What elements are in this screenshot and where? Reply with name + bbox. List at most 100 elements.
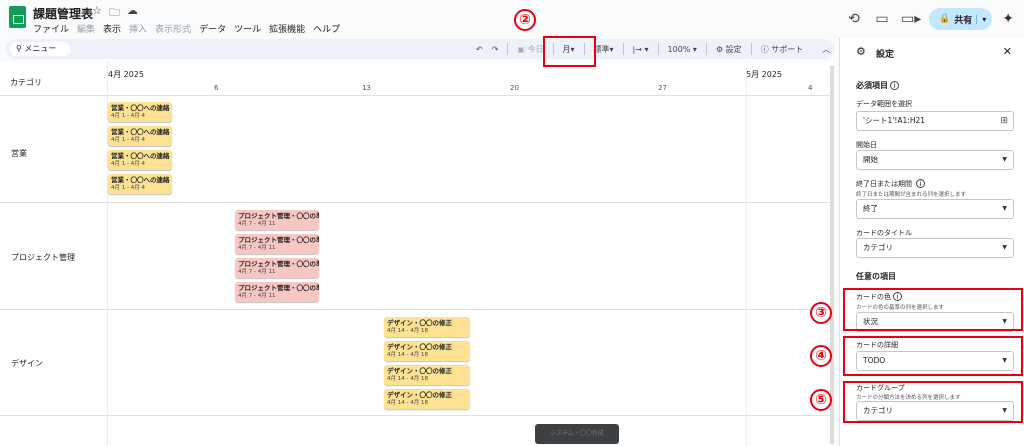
gemini-sparkle-icon[interactable]: ✦ [1002,11,1014,27]
timeline-card[interactable]: 営業・〇〇への連絡 4月 1 - 4月 4 [108,126,172,146]
day-label: 4 [808,84,813,92]
category-label-pm: プロジェクト管理 [11,253,75,262]
card-title: プロジェクト管理・〇〇の準備 [238,212,319,220]
divider [657,43,659,55]
header-actions: ⟲ ▭ ▭▸ 🔒 共有 ▾ ✦ [845,8,1014,30]
sheets-logo-icon[interactable] [9,6,26,28]
menu-insert[interactable]: 挿入 [129,22,147,35]
divider [507,43,509,55]
start-label: 開始日 [856,141,877,149]
card-dates: 4月 7 - 4月 11 [238,293,276,299]
annotation-box-3 [843,288,1023,331]
timeline-card[interactable]: プロジェクト管理・〇〇の準備4月 7 - 4月 11 [235,210,319,230]
help-icon: ⓘ [760,44,769,54]
card-dates: 4月 14 - 4月 18 [387,376,428,382]
card-title: プロジェクト管理・〇〇の準備 [238,260,319,268]
menu-data[interactable]: データ [199,22,226,35]
settings-button[interactable]: ⚙ 設定 [716,44,742,55]
settings-label: 設定 [725,44,742,54]
card-title: 営業・〇〇への連絡 [111,176,170,184]
optional-section-title: 任意の項目 [856,272,896,281]
day-label: 20 [510,84,519,92]
card-dates: 4月 1 - 4月 4 [111,113,145,119]
gear-icon: ⚙ [715,44,724,54]
card-dates: 4月 7 - 4月 11 [238,245,276,251]
annotation-number-3: ③ [810,302,832,324]
dropdown-caret-icon: ▼ [1002,156,1007,163]
zoom-dropdown[interactable]: 100% ▾ [668,45,697,54]
document-title[interactable]: 課題管理表 [33,5,93,22]
timeline-card[interactable]: プロジェクト管理・〇〇の準備4月 7 - 4月 11 [235,258,319,278]
timeline-view: カテゴリ 4月 2025 5月 2025 6 13 20 27 4 営業 プロジ… [0,62,834,446]
menu-edit[interactable]: 編集 [77,22,95,35]
required-section-title: 必須項目 i [856,80,899,91]
category-label-sales: 営業 [11,149,27,158]
divider [705,43,707,55]
dropdown-caret-icon: ▼ [1002,205,1007,212]
close-icon[interactable]: ✕ [1003,45,1012,58]
meet-icon[interactable]: ▭▸ [901,11,921,27]
card-dates: 4月 14 - 4月 18 [387,400,428,406]
end-help: 終了日または期間が含まれる列を選択します [856,192,967,198]
zoom-label: 100% [667,44,691,54]
support-button[interactable]: ⓘ サポート [761,44,804,55]
timeline-card[interactable]: デザイン・〇〇の修正 4月 14 - 4月 18 [384,389,470,409]
timeline-card[interactable]: デザイン・〇〇の修正 4月 14 - 4月 18 [384,341,470,361]
end-label: 終了日または期間 i [856,179,926,189]
grid-select-icon[interactable]: ⊞ [1000,112,1008,130]
required-label: 必須項目 [856,81,888,90]
undo-icon[interactable]: ↶ [476,45,483,54]
menu-search-input[interactable]: ⚲ メニュー [10,42,70,56]
calendar-icon: ▣ [517,44,525,54]
card-title-label: カードのタイトル [856,229,912,237]
annotation-number-5: ⑤ [810,389,832,411]
chevron-down-icon[interactable]: ▾ [976,14,986,24]
toolbar-items: ↶ ↷ ▣ 今日 月▾ 標準▾ |→ ▾ 100% ▾ ⚙ 設定 ⓘ サポート … [476,39,830,59]
timeline-card[interactable]: 営業・〇〇への連絡 4月 1 - 4月 4 [108,102,172,122]
annotation-box-2 [543,36,596,67]
redo-icon[interactable]: ↷ [492,45,499,54]
toast-card[interactable]: システム・〇〇作成 [535,424,619,444]
info-icon[interactable]: i [890,81,899,90]
timeline-header: カテゴリ 4月 2025 5月 2025 6 13 20 27 4 [0,62,834,96]
comment-icon[interactable]: ▭ [873,11,891,27]
data-range-field[interactable]: 'シート1'!A1:H21 ⊞ [856,111,1014,131]
card-dates: 4月 1 - 4月 4 [111,161,145,167]
folder-icon[interactable]: 🗀 [109,4,120,23]
end-date-select[interactable]: 終了 ▼ [856,199,1014,219]
chevron-up-icon[interactable]: ︿ [822,44,830,55]
card-dates: 4月 7 - 4月 11 [238,221,276,227]
range-value: 'シート1'!A1:H21 [863,116,926,125]
day-label: 27 [658,84,667,92]
today-button[interactable]: ▣ 今日 [517,44,543,55]
card-title: デザイン・〇〇の修正 [387,319,452,327]
day-label: 13 [362,84,371,92]
timeline-card[interactable]: プロジェクト管理・〇〇の準備4月 7 - 4月 11 [235,282,319,302]
collapse-dropdown[interactable]: |→ ▾ [633,45,649,54]
end-value: 終了 [863,204,878,213]
start-date-select[interactable]: 開始 ▼ [856,150,1014,170]
info-icon[interactable]: i [916,179,926,188]
standard-dropdown[interactable]: 標準▾ [594,44,614,55]
cloud-icon[interactable]: ☁ [127,4,138,23]
timeline-card[interactable]: デザイン・〇〇の修正 4月 14 - 4月 18 [384,317,470,337]
range-label: データ範囲を選択 [856,100,912,108]
annotation-box-5 [843,381,1023,423]
history-icon[interactable]: ⟲ [845,11,863,27]
menu-format[interactable]: 表示形式 [155,22,191,35]
search-icon: ⚲ [16,44,22,53]
share-button[interactable]: 🔒 共有 ▾ [929,8,993,30]
card-title-select[interactable]: カテゴリ ▼ [856,238,1014,258]
menu-file[interactable]: ファイル [33,22,69,35]
card-dates: 4月 1 - 4月 4 [111,185,145,191]
menu-extensions[interactable]: 拡張機能 [269,22,305,35]
menu-tools[interactable]: ツール [234,22,261,35]
timeline-card[interactable]: デザイン・〇〇の修正 4月 14 - 4月 18 [384,365,470,385]
timeline-card[interactable]: プロジェクト管理・〇〇の準備4月 7 - 4月 11 [235,234,319,254]
star-icon[interactable]: ☆ [92,4,102,23]
timeline-card[interactable]: 営業・〇〇への連絡 4月 1 - 4月 4 [108,150,172,170]
vertical-scrollbar[interactable] [830,66,834,444]
timeline-card[interactable]: 営業・〇〇への連絡 4月 1 - 4月 4 [108,174,172,194]
menu-help[interactable]: ヘルプ [313,22,340,35]
menu-view[interactable]: 表示 [103,22,121,35]
